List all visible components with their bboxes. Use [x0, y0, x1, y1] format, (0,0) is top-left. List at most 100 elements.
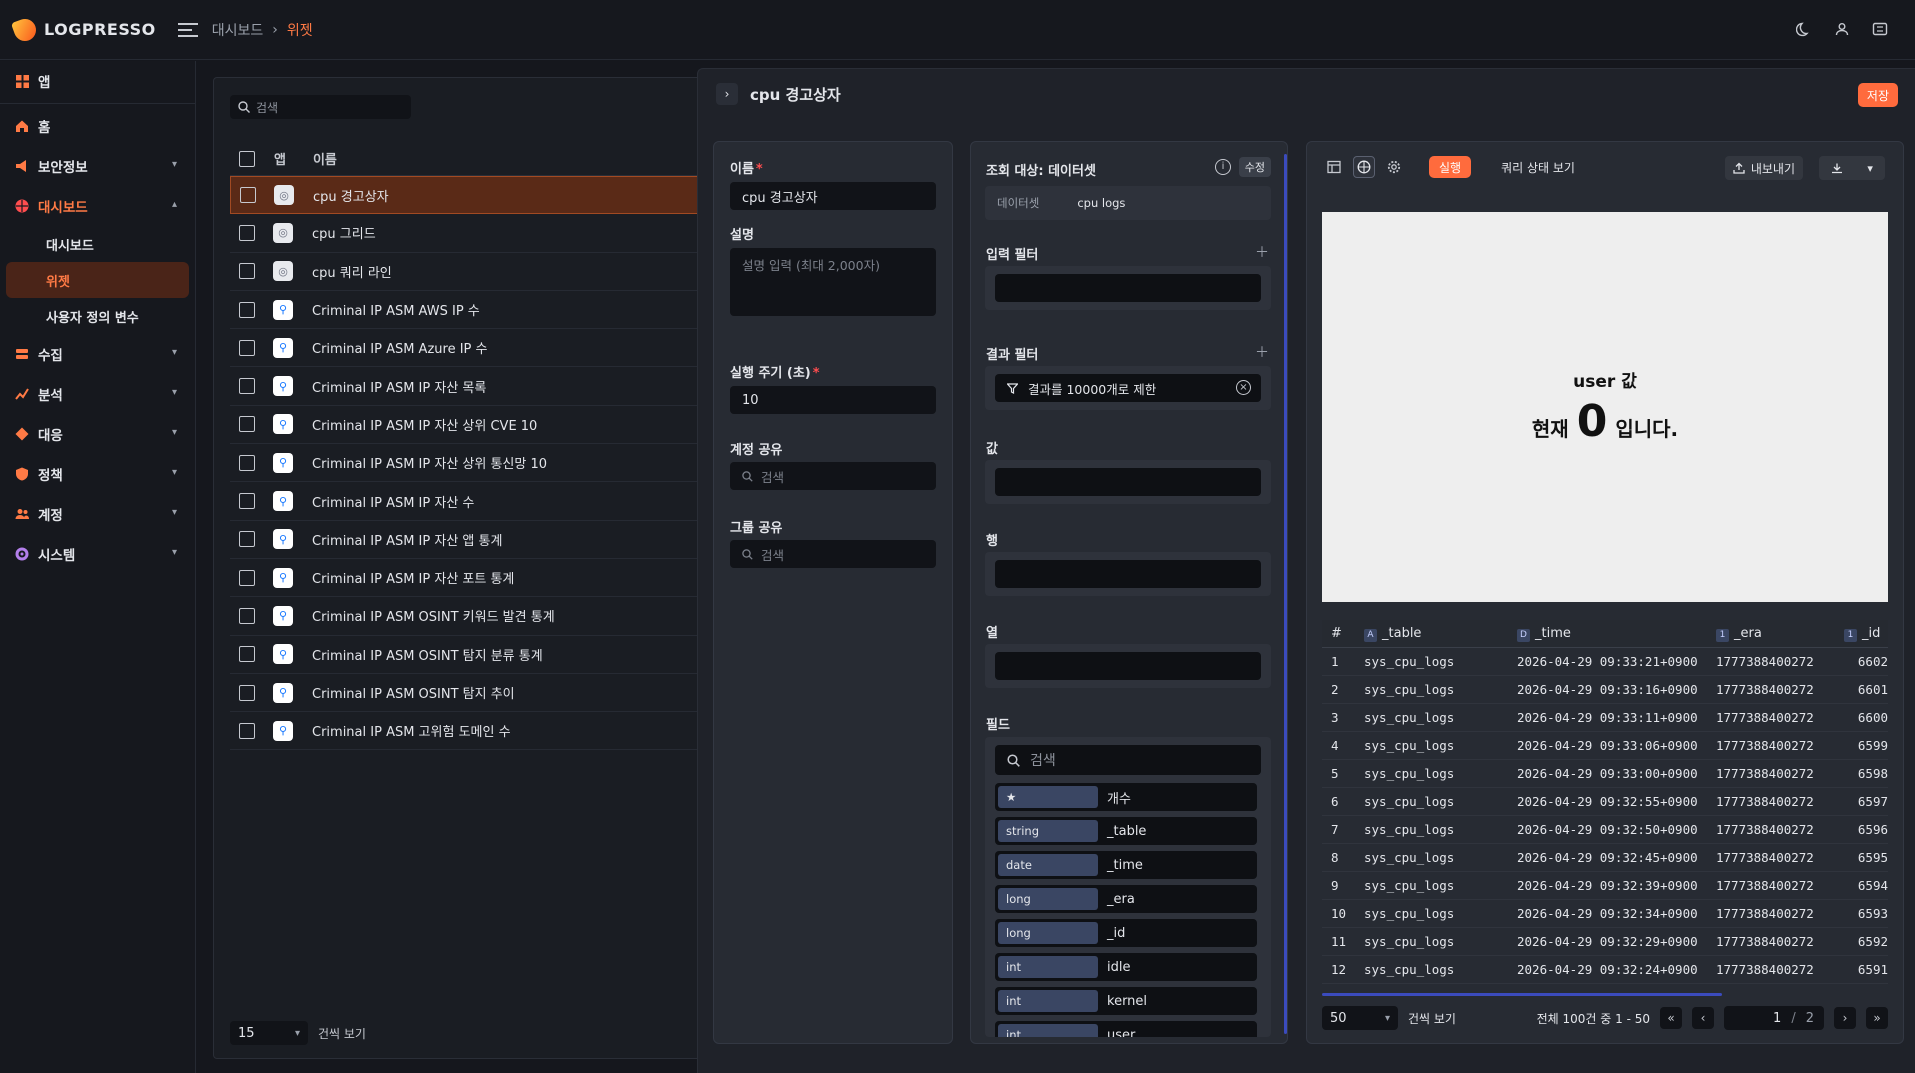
- row-checkbox[interactable]: [239, 416, 255, 433]
- table-row[interactable]: ◎ cpu 그리드: [230, 214, 711, 253]
- page-number-input[interactable]: 1 / 2: [1724, 1006, 1824, 1030]
- table-row[interactable]: ⚲ Criminal IP ASM Azure IP 수: [230, 329, 711, 368]
- table-row[interactable]: 4 sys_cpu_logs 2026-04-29 09:33:06+0900 177…: [1322, 732, 1888, 760]
- column-header-table[interactable]: A _table: [1364, 626, 1481, 642]
- field-item[interactable]: string _table: [995, 817, 1257, 845]
- table-row[interactable]: 7 sys_cpu_logs 2026-04-29 09:32:50+0900 177…: [1322, 816, 1888, 844]
- query-status-link[interactable]: 쿼리 상태 보기: [1501, 159, 1575, 176]
- description-textarea[interactable]: 설명 입력 (최대 2,000자): [730, 248, 936, 316]
- sidebar-subitem-widget[interactable]: 위젯: [6, 262, 189, 298]
- table-row[interactable]: ⚲ Criminal IP ASM IP 자산 수: [230, 482, 711, 521]
- screen-icon[interactable]: [1869, 18, 1891, 40]
- table-row[interactable]: ◎ cpu 경고상자: [230, 176, 711, 215]
- table-row[interactable]: ◎ cpu 쿼리 라인: [230, 253, 711, 291]
- account-share-search-input[interactable]: 검색: [730, 462, 936, 490]
- table-row[interactable]: ⚲ Criminal IP ASM IP 자산 상위 통신망 10: [230, 444, 711, 483]
- logo[interactable]: LOGPRESSO: [10, 15, 156, 44]
- column-header-app[interactable]: 앱: [274, 149, 286, 168]
- user-icon[interactable]: [1831, 18, 1853, 40]
- export-button[interactable]: 내보내기: [1724, 156, 1803, 180]
- table-row[interactable]: 9 sys_cpu_logs 2026-04-29 09:32:39+0900 177…: [1322, 872, 1888, 900]
- row-checkbox[interactable]: [239, 378, 255, 395]
- table-row[interactable]: 5 sys_cpu_logs 2026-04-29 09:33:00+0900 177…: [1322, 760, 1888, 788]
- sidebar-item-apps[interactable]: 앱: [0, 61, 195, 101]
- row-checkbox[interactable]: [239, 224, 255, 241]
- result-filter-chip[interactable]: 결과를 10000개로 제한 ×: [995, 374, 1261, 402]
- table-row[interactable]: ⚲ Criminal IP ASM OSINT 키워드 발견 통계: [230, 597, 711, 636]
- sidebar-subitem-dashboard[interactable]: 대시보드: [6, 226, 189, 262]
- menu-toggle-icon[interactable]: [177, 22, 198, 37]
- select-all-checkbox[interactable]: [239, 150, 255, 167]
- sidebar-item-home[interactable]: 홈: [0, 106, 195, 146]
- page-size-select[interactable]: 15 ▾: [230, 1021, 308, 1045]
- row-checkbox[interactable]: [239, 607, 255, 624]
- add-input-filter-icon[interactable]: ＋: [1255, 242, 1269, 262]
- table-row[interactable]: ⚲ Criminal IP ASM IP 자산 포트 통계: [230, 559, 711, 598]
- result-page-size-select[interactable]: 50 ▾: [1322, 1006, 1398, 1030]
- next-page-icon[interactable]: ›: [1834, 1007, 1856, 1029]
- input-filter-input[interactable]: [995, 274, 1261, 302]
- breadcrumb-dashboard[interactable]: 대시보드: [212, 20, 264, 40]
- column-header-id[interactable]: 1 _id: [1844, 626, 1888, 642]
- column-header-name[interactable]: 이름: [313, 149, 337, 168]
- horizontal-scrollbar[interactable]: [1322, 993, 1722, 996]
- table-row[interactable]: ⚲ Criminal IP ASM OSINT 탐지 추이: [230, 674, 711, 713]
- field-item[interactable]: int user: [995, 1021, 1257, 1037]
- edit-source-button[interactable]: 수정: [1238, 157, 1271, 177]
- table-row[interactable]: ⚲ Criminal IP ASM OSINT 탐지 분류 통계: [230, 636, 711, 674]
- table-row[interactable]: 8 sys_cpu_logs 2026-04-29 09:32:45+0900 177…: [1322, 844, 1888, 872]
- field-item[interactable]: long _id: [995, 919, 1257, 947]
- table-row[interactable]: ⚲ Criminal IP ASM 고위험 도메인 수: [230, 712, 711, 751]
- first-page-icon[interactable]: «: [1660, 1007, 1682, 1029]
- last-page-icon[interactable]: »: [1866, 1007, 1888, 1029]
- widget-search-input[interactable]: 검색: [230, 95, 411, 119]
- column-header-era[interactable]: 1 _era: [1716, 626, 1844, 642]
- row-checkbox[interactable]: [239, 263, 255, 280]
- sidebar-item-collect[interactable]: 수집 ▾: [0, 334, 195, 374]
- source-name[interactable]: cpu logs: [1077, 196, 1125, 210]
- sidebar-item-security-info[interactable]: 보안정보 ▾: [0, 146, 195, 186]
- field-item[interactable]: ★ 개수: [995, 783, 1257, 811]
- table-row[interactable]: 10 sys_cpu_logs 2026-04-29 09:32:34+0900 17…: [1322, 900, 1888, 928]
- save-button[interactable]: 저장: [1857, 83, 1898, 107]
- column-drop-zone[interactable]: [995, 652, 1261, 680]
- collapse-drawer-button[interactable]: ›: [716, 83, 738, 105]
- table-row[interactable]: 2 sys_cpu_logs 2026-04-29 09:33:16+0900 177…: [1322, 676, 1888, 704]
- row-checkbox[interactable]: [239, 339, 255, 356]
- table-row[interactable]: ⚲ Criminal IP ASM AWS IP 수: [230, 291, 711, 330]
- table-row[interactable]: ⚲ Criminal IP ASM IP 자산 앱 통계: [230, 521, 711, 559]
- row-checkbox[interactable]: [239, 722, 255, 739]
- row-checkbox[interactable]: [239, 646, 255, 663]
- table-row[interactable]: 3 sys_cpu_logs 2026-04-29 09:33:11+0900 177…: [1322, 704, 1888, 732]
- sidebar-item-policy[interactable]: 정책 ▾: [0, 454, 195, 494]
- sidebar-item-analysis[interactable]: 분석 ▾: [0, 374, 195, 414]
- sidebar-item-dashboard[interactable]: 대시보드 ▴: [0, 186, 195, 226]
- table-view-icon[interactable]: [1323, 156, 1345, 178]
- vertical-scrollbar[interactable]: [1284, 154, 1287, 1034]
- value-drop-zone[interactable]: [995, 468, 1261, 496]
- moon-icon[interactable]: [1793, 18, 1815, 40]
- interval-input[interactable]: 10: [730, 386, 936, 414]
- add-result-filter-icon[interactable]: ＋: [1255, 342, 1269, 362]
- field-item[interactable]: int kernel: [995, 987, 1257, 1015]
- table-row[interactable]: ⚲ Criminal IP ASM IP 자산 상위 CVE 10: [230, 406, 711, 445]
- group-share-search-input[interactable]: 검색: [730, 540, 936, 568]
- table-row[interactable]: 6 sys_cpu_logs 2026-04-29 09:32:55+0900 177…: [1322, 788, 1888, 816]
- row-checkbox[interactable]: [239, 569, 255, 586]
- table-row[interactable]: 11 sys_cpu_logs 2026-04-29 09:32:29+0900 17…: [1322, 928, 1888, 956]
- field-item[interactable]: long _era: [995, 885, 1257, 913]
- table-row[interactable]: 12 sys_cpu_logs 2026-04-29 09:32:24+0900 17…: [1322, 956, 1888, 984]
- field-item[interactable]: date _time: [995, 851, 1257, 879]
- widget-view-icon[interactable]: [1353, 156, 1375, 178]
- field-item[interactable]: int idle: [995, 953, 1257, 981]
- prev-page-icon[interactable]: ‹: [1692, 1007, 1714, 1029]
- table-row[interactable]: ⚲ Criminal IP ASM IP 자산 목록: [230, 367, 711, 406]
- table-row[interactable]: 1 sys_cpu_logs 2026-04-29 09:33:21+0900 177…: [1322, 648, 1888, 676]
- info-icon[interactable]: i: [1215, 159, 1231, 175]
- name-input[interactable]: cpu 경고상자: [730, 182, 936, 210]
- sidebar-item-system[interactable]: 시스템 ▾: [0, 534, 195, 574]
- settings-gear-icon[interactable]: [1383, 156, 1405, 178]
- field-search-input[interactable]: 검색: [995, 745, 1261, 775]
- row-drop-zone[interactable]: [995, 560, 1261, 588]
- row-checkbox[interactable]: [239, 454, 255, 471]
